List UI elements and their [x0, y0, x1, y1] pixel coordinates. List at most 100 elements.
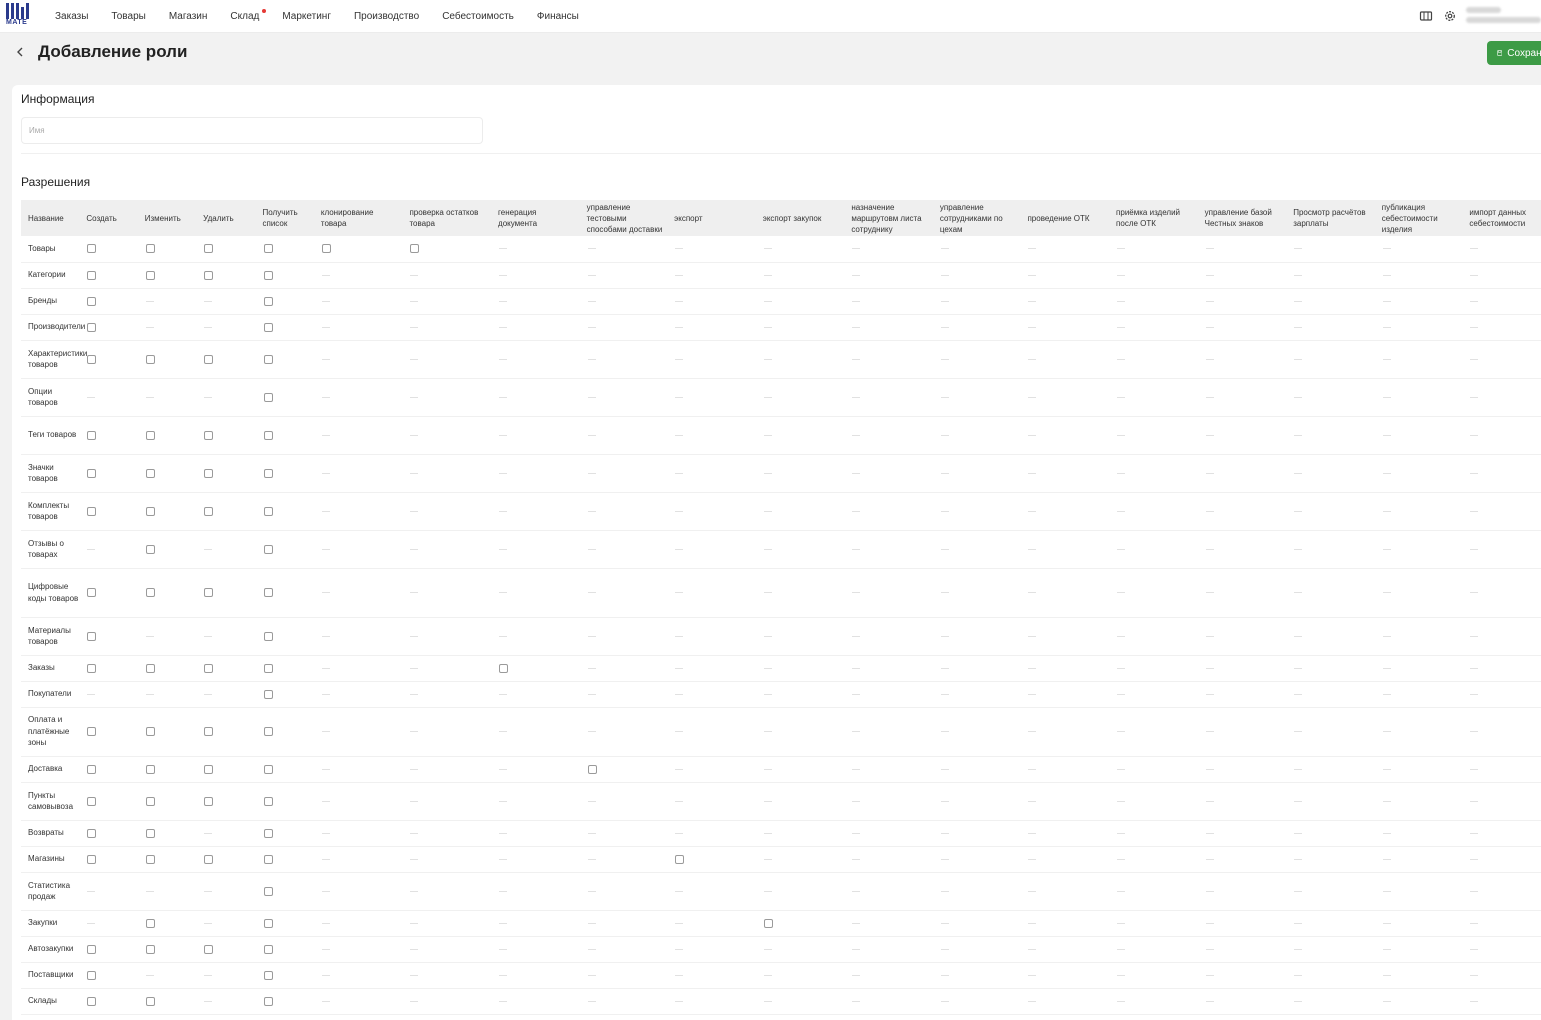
ticket-icon[interactable] [1419, 9, 1433, 23]
permission-checkbox[interactable] [87, 764, 97, 774]
permission-checkbox[interactable] [145, 544, 155, 554]
permission-checkbox[interactable] [204, 854, 214, 864]
permission-checkbox[interactable] [204, 506, 214, 516]
permission-checkbox[interactable] [87, 796, 97, 806]
permission-checkbox[interactable] [87, 244, 97, 254]
permission-checkbox[interactable] [145, 918, 155, 928]
permission-checkbox[interactable] [87, 663, 97, 673]
permission-checkbox[interactable] [263, 828, 273, 838]
permission-checkbox[interactable] [204, 468, 214, 478]
permission-checkbox[interactable] [263, 322, 273, 332]
permission-checkbox[interactable] [263, 764, 273, 774]
permission-checkbox[interactable] [263, 392, 273, 402]
name-input[interactable] [21, 117, 483, 144]
permission-checkbox[interactable] [263, 468, 273, 478]
permission-checkbox[interactable] [145, 996, 155, 1006]
nav-item[interactable]: Производство [354, 11, 419, 22]
permission-checkbox[interactable] [263, 970, 273, 980]
permission-checkbox[interactable] [263, 854, 273, 864]
permission-checkbox[interactable] [204, 430, 214, 440]
nav-item[interactable]: Себестоимость [442, 11, 514, 22]
permission-checkbox[interactable] [263, 886, 273, 896]
permission-checkbox[interactable] [87, 296, 97, 306]
permission-checkbox[interactable] [87, 270, 97, 280]
permission-checkbox[interactable] [87, 828, 97, 838]
permission-checkbox[interactable] [204, 796, 214, 806]
permission-checkbox[interactable] [87, 727, 97, 737]
app-logo[interactable]: MATE [6, 3, 32, 30]
permission-checkbox[interactable] [204, 764, 214, 774]
permission-checkbox[interactable] [87, 854, 97, 864]
nav-item[interactable]: Заказы [55, 11, 88, 22]
not-applicable-dash [587, 948, 596, 950]
permission-checkbox[interactable] [204, 244, 214, 254]
permission-checkbox[interactable] [145, 468, 155, 478]
permission-checkbox[interactable] [263, 544, 273, 554]
permission-checkbox[interactable] [675, 854, 685, 864]
permission-checkbox[interactable] [145, 270, 155, 280]
nav-item[interactable]: Склад [230, 9, 267, 22]
permission-checkbox[interactable] [145, 354, 155, 364]
not-applicable-dash [852, 800, 861, 802]
permission-checkbox[interactable] [204, 588, 214, 598]
permission-checkbox[interactable] [204, 354, 214, 364]
permission-checkbox[interactable] [204, 727, 214, 737]
permission-checkbox[interactable] [263, 354, 273, 364]
permission-checkbox[interactable] [145, 944, 155, 954]
permission-cell [1286, 962, 1375, 989]
permission-checkbox[interactable] [263, 944, 273, 954]
gear-icon[interactable] [1443, 9, 1457, 23]
permission-checkbox[interactable] [87, 506, 97, 516]
permission-checkbox[interactable] [87, 970, 97, 980]
not-applicable-dash [1470, 922, 1479, 924]
user-menu[interactable] [1466, 7, 1541, 27]
permission-checkbox[interactable] [145, 764, 155, 774]
permission-checkbox[interactable] [263, 689, 273, 699]
nav-item[interactable]: Финансы [537, 11, 579, 22]
permission-checkbox[interactable] [410, 244, 420, 254]
permission-checkbox[interactable] [87, 430, 97, 440]
permission-checkbox[interactable] [263, 996, 273, 1006]
permission-checkbox[interactable] [263, 631, 273, 641]
permission-checkbox[interactable] [87, 322, 97, 332]
permission-checkbox[interactable] [87, 354, 97, 364]
nav-item[interactable]: Маркетинг [282, 11, 331, 22]
permission-checkbox[interactable] [321, 244, 331, 254]
permission-checkbox[interactable] [145, 828, 155, 838]
permission-cell [1462, 568, 1541, 618]
permission-checkbox[interactable] [263, 506, 273, 516]
back-arrow-icon[interactable] [13, 45, 27, 59]
permission-checkbox[interactable] [263, 244, 273, 254]
permission-checkbox[interactable] [87, 468, 97, 478]
permission-checkbox[interactable] [145, 244, 155, 254]
permission-checkbox[interactable] [87, 631, 97, 641]
permission-checkbox[interactable] [763, 918, 773, 928]
save-button[interactable]: Сохранить [1487, 41, 1541, 65]
permission-checkbox[interactable] [145, 727, 155, 737]
permission-checkbox[interactable] [204, 270, 214, 280]
permission-checkbox[interactable] [263, 588, 273, 598]
permission-checkbox[interactable] [263, 727, 273, 737]
permission-checkbox[interactable] [204, 663, 214, 673]
permission-checkbox[interactable] [587, 764, 597, 774]
permission-checkbox[interactable] [263, 430, 273, 440]
permission-checkbox[interactable] [87, 944, 97, 954]
permission-checkbox[interactable] [263, 663, 273, 673]
permission-checkbox[interactable] [145, 430, 155, 440]
nav-item[interactable]: Магазин [169, 11, 208, 22]
permission-checkbox[interactable] [499, 663, 509, 673]
permission-checkbox[interactable] [263, 796, 273, 806]
permission-checkbox[interactable] [145, 854, 155, 864]
nav-item[interactable]: Товары [111, 11, 145, 22]
permission-checkbox[interactable] [263, 918, 273, 928]
not-applicable-dash [1028, 434, 1037, 436]
permission-checkbox[interactable] [145, 506, 155, 516]
permission-checkbox[interactable] [263, 296, 273, 306]
permission-checkbox[interactable] [145, 588, 155, 598]
permission-checkbox[interactable] [204, 944, 214, 954]
permission-checkbox[interactable] [145, 663, 155, 673]
permission-checkbox[interactable] [145, 796, 155, 806]
permission-checkbox[interactable] [87, 996, 97, 1006]
permission-checkbox[interactable] [263, 270, 273, 280]
permission-checkbox[interactable] [87, 588, 97, 598]
